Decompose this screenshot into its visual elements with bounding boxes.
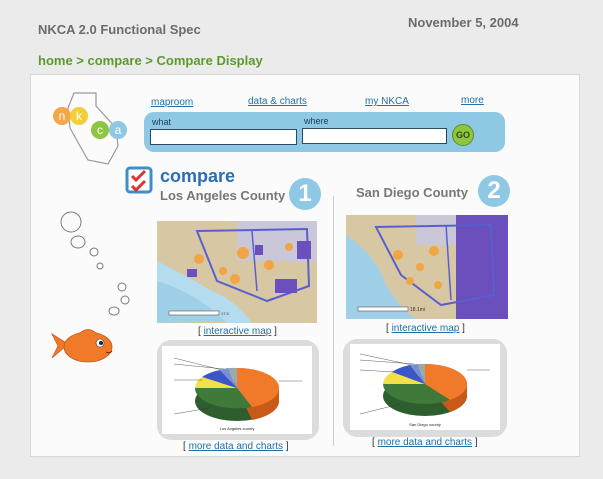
map-scale-2: 18.1mi bbox=[410, 307, 425, 313]
nav-maproom[interactable]: maproom bbox=[151, 97, 193, 108]
bubbles-decoration bbox=[60, 211, 130, 316]
more-data-link-1[interactable]: more data and charts bbox=[189, 441, 284, 452]
pie-chart-2[interactable]: San Diego county bbox=[350, 344, 500, 430]
more-data-link-2[interactable]: more data and charts bbox=[378, 437, 473, 448]
logo-letter-a: a bbox=[115, 123, 122, 137]
what-input[interactable] bbox=[150, 129, 297, 145]
county-name-2: San Diego County bbox=[356, 185, 468, 200]
compare-checklist-icon bbox=[125, 166, 153, 194]
chart-caption-1: Los Angeles county bbox=[220, 426, 255, 431]
logo-letter-c: c bbox=[97, 123, 103, 137]
where-label: where bbox=[304, 116, 329, 126]
interactive-map-link-2[interactable]: interactive map bbox=[392, 323, 460, 334]
fish-icon bbox=[51, 329, 113, 363]
compare-badge-1: 1 bbox=[289, 178, 321, 210]
county-map-1[interactable]: 17.5 bbox=[157, 221, 317, 323]
where-input[interactable] bbox=[302, 128, 447, 144]
go-button[interactable]: GO bbox=[452, 124, 474, 146]
county-name-1: Los Angeles County bbox=[160, 188, 286, 203]
map-link-wrap-2: [ interactive map ] bbox=[386, 323, 465, 334]
county-map-2[interactable]: 18.1mi bbox=[346, 215, 508, 319]
interactive-map-link-1[interactable]: interactive map bbox=[204, 326, 272, 337]
compare-badge-2: 2 bbox=[478, 175, 510, 207]
pie-chart-1[interactable]: Los Angeles county bbox=[162, 346, 312, 434]
data-link-wrap-1: [ more data and charts ] bbox=[183, 441, 289, 452]
column-divider bbox=[333, 196, 334, 446]
doc-title: NKCA 2.0 Functional Spec bbox=[38, 22, 201, 37]
what-label: what bbox=[152, 117, 172, 127]
nav-more[interactable]: more bbox=[461, 95, 484, 106]
map-scale-1: 17.5 bbox=[221, 311, 230, 316]
map-link-wrap-1: [ interactive map ] bbox=[198, 326, 277, 337]
logo-letter-n: n bbox=[59, 109, 66, 123]
doc-date: November 5, 2004 bbox=[408, 15, 519, 30]
breadcrumb: home > compare > Compare Display bbox=[38, 53, 263, 68]
data-link-wrap-2: [ more data and charts ] bbox=[372, 437, 478, 448]
nkca-logo[interactable]: n k c a bbox=[44, 88, 139, 168]
chart-caption-2: San Diego county bbox=[409, 422, 441, 427]
compare-heading: compare bbox=[160, 166, 236, 186]
nav-my-nkca[interactable]: my NKCA bbox=[365, 96, 409, 107]
logo-letter-k: k bbox=[76, 109, 83, 123]
nav-data-charts[interactable]: data & charts bbox=[248, 96, 307, 107]
